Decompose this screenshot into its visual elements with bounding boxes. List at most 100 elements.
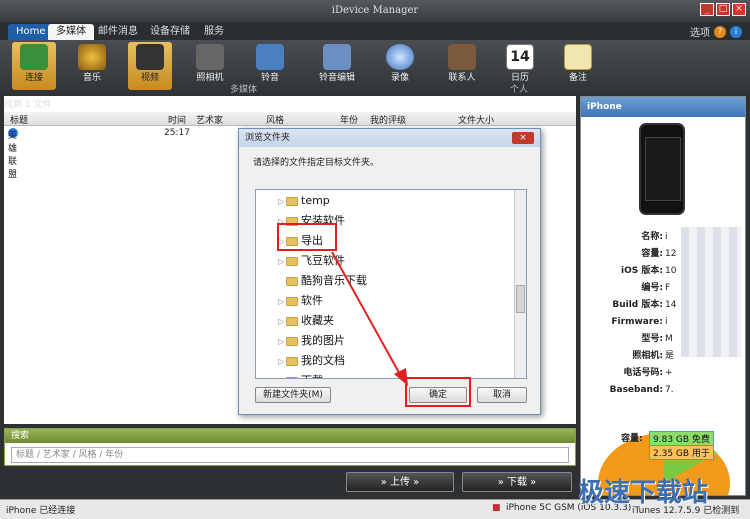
lock-icon: ■ bbox=[492, 503, 501, 513]
video-button[interactable]: 视频 bbox=[128, 42, 172, 90]
info-key: Baseband: bbox=[609, 385, 663, 395]
folder-item[interactable]: ▷ 我的图片 bbox=[278, 332, 345, 350]
music-label: 音乐 bbox=[82, 73, 101, 83]
folder-item[interactable]: ▷ 收藏夹 bbox=[278, 312, 334, 330]
tab-mail[interactable]: 邮件消息 bbox=[90, 24, 146, 40]
redacted-area bbox=[681, 227, 741, 357]
scroll-thumb[interactable] bbox=[516, 285, 525, 313]
free-space-value: 9.83 GB 免费 bbox=[649, 431, 714, 446]
notes-button[interactable]: 备注 bbox=[556, 42, 600, 90]
group-multimedia-label: 多媒体 bbox=[230, 85, 258, 95]
search-input[interactable]: 标题 / 艺术家 / 风格 / 年份 bbox=[11, 447, 569, 463]
video-label: 视频 bbox=[140, 73, 159, 83]
ringtone-edit-icon bbox=[323, 44, 351, 70]
close-button[interactable]: × bbox=[732, 3, 746, 16]
folder-label: 我的图片 bbox=[301, 334, 345, 347]
folder-item[interactable]: ▷ 下载 bbox=[278, 372, 323, 378]
tab-home[interactable]: Home bbox=[8, 24, 54, 40]
used-space-value: 2.35 GB 用于 bbox=[649, 445, 714, 460]
folder-label: 酷狗音乐下载 bbox=[301, 274, 367, 287]
col-time[interactable]: 时间 bbox=[168, 113, 186, 126]
folder-label: 下载 bbox=[301, 374, 323, 378]
new-folder-button[interactable]: 新建文件夹(M) bbox=[255, 387, 331, 403]
folder-item[interactable]: ▷ 我的文档 bbox=[278, 352, 345, 370]
highlight-box-ok bbox=[405, 377, 471, 407]
folder-icon bbox=[286, 276, 298, 286]
folder-label: 收藏夹 bbox=[301, 314, 334, 327]
maximize-button[interactable]: □ bbox=[716, 3, 730, 16]
device-info-pane: iPhone 名称: i 容量: 12 iOS 版本: 10 编号: F Build 版… bbox=[580, 96, 746, 496]
title-bar: iDevice Manager _ □ × bbox=[0, 0, 750, 22]
found-count: 找到 1 文件 bbox=[4, 100, 52, 110]
info-value: 12 bbox=[665, 249, 677, 259]
notepad-icon bbox=[564, 44, 592, 70]
options-link[interactable]: 选项 bbox=[690, 24, 710, 39]
browse-folder-dialog: 浏览文件夹 × 请选择的文件指定目标文件夹。 ▷ temp ▷ 安装软件 ▷ 导出 ▷… bbox=[238, 128, 541, 415]
minimize-button[interactable]: _ bbox=[700, 3, 714, 16]
folder-icon bbox=[286, 256, 298, 266]
search-header: 搜索 bbox=[5, 429, 575, 443]
folder-item[interactable]: ▷ 软件 bbox=[278, 292, 323, 310]
expand-arrow-icon: ▷ bbox=[278, 297, 285, 306]
folder-icon bbox=[286, 376, 298, 378]
tree-scrollbar[interactable] bbox=[514, 190, 526, 378]
ringtone-edit-label: 铃音编辑 bbox=[318, 73, 355, 83]
col-size[interactable]: 文件大小 bbox=[458, 113, 494, 126]
cancel-button[interactable]: 取消 bbox=[477, 387, 527, 403]
highlight-box-folder bbox=[277, 223, 337, 251]
record-button[interactable]: 录像 bbox=[378, 42, 422, 90]
calendar-icon: 14 bbox=[506, 44, 534, 70]
ringtone-edit-button[interactable]: 铃音编辑 bbox=[312, 42, 362, 90]
upload-button[interactable]: » 上传 » bbox=[346, 472, 454, 492]
camera-button[interactable]: 照相机 bbox=[188, 42, 232, 90]
notes-label: 备注 bbox=[568, 73, 587, 83]
dialog-close-button[interactable]: × bbox=[512, 132, 534, 144]
folder-icon bbox=[286, 356, 298, 366]
expand-arrow-icon: ▷ bbox=[278, 357, 285, 366]
dialog-title-bar: 浏览文件夹 × bbox=[239, 129, 540, 147]
info-value: + bbox=[665, 368, 673, 378]
tab-storage[interactable]: 设备存储 bbox=[142, 24, 198, 40]
col-year[interactable]: 年份 bbox=[340, 113, 358, 126]
microphone-icon bbox=[386, 44, 414, 70]
col-rating[interactable]: 我的评级 bbox=[370, 113, 406, 126]
info-key: 容量: bbox=[641, 249, 663, 259]
info-key: 型号: bbox=[641, 334, 663, 344]
phone-ringtone-icon bbox=[256, 44, 284, 70]
top-right-controls: 选项 ? i bbox=[690, 24, 742, 39]
phone-icon bbox=[20, 44, 48, 70]
tab-multimedia[interactable]: 多媒体 bbox=[48, 24, 94, 40]
group-personal-label: 个人 bbox=[510, 85, 529, 95]
col-artist[interactable]: 艺术家 bbox=[196, 113, 223, 126]
tab-services[interactable]: 服务 bbox=[196, 24, 232, 40]
device-header: iPhone bbox=[581, 97, 745, 117]
info-icon[interactable]: i bbox=[730, 25, 742, 38]
connect-button[interactable]: 连接 bbox=[12, 42, 56, 90]
col-genre[interactable]: 风格 bbox=[266, 113, 284, 126]
connect-label: 连接 bbox=[24, 73, 43, 83]
row-title: 英雄联盟 bbox=[8, 131, 18, 180]
music-button[interactable]: 音乐 bbox=[70, 42, 114, 90]
toolbar: 连接 音乐 视频 照相机 铃音 铃音编辑 录像 联系人 14 日历 备注 bbox=[0, 40, 750, 96]
info-value: 10 bbox=[665, 266, 677, 276]
info-key: Build 版本: bbox=[612, 300, 663, 310]
info-key: Firmware: bbox=[611, 317, 663, 327]
download-button[interactable]: » 下载 » bbox=[462, 472, 572, 492]
folder-item[interactable]: ▷ temp bbox=[278, 192, 330, 210]
contacts-button[interactable]: 联系人 bbox=[440, 42, 484, 90]
folder-item[interactable]: ▷ 飞豆软件 bbox=[278, 252, 345, 270]
main-tabs: Home 多媒体 邮件消息 设备存储 服务 bbox=[0, 22, 750, 40]
app-window: iDevice Manager _ □ × Home 多媒体 邮件消息 设备存储… bbox=[0, 0, 750, 519]
watermark-text: 极速下载站 bbox=[578, 478, 709, 508]
folder-label: temp bbox=[301, 194, 330, 207]
help-icon[interactable]: ? bbox=[714, 25, 726, 38]
folder-label: 我的文档 bbox=[301, 354, 345, 367]
folder-tree: ▷ temp ▷ 安装软件 ▷ 导出 ▷ 飞豆软件 酷狗音乐下载 ▷ 软件 ▷ 收藏夹 ▷ 我… bbox=[255, 189, 527, 379]
info-key: 编号: bbox=[641, 283, 663, 293]
expand-arrow-icon: ▷ bbox=[278, 197, 285, 206]
folder-item[interactable]: 酷狗音乐下载 bbox=[278, 272, 367, 290]
dialog-message: 请选择的文件指定目标文件夹。 bbox=[253, 158, 380, 168]
record-label: 录像 bbox=[390, 73, 409, 83]
col-title[interactable]: 标题 bbox=[10, 113, 28, 126]
folder-icon bbox=[286, 336, 298, 346]
